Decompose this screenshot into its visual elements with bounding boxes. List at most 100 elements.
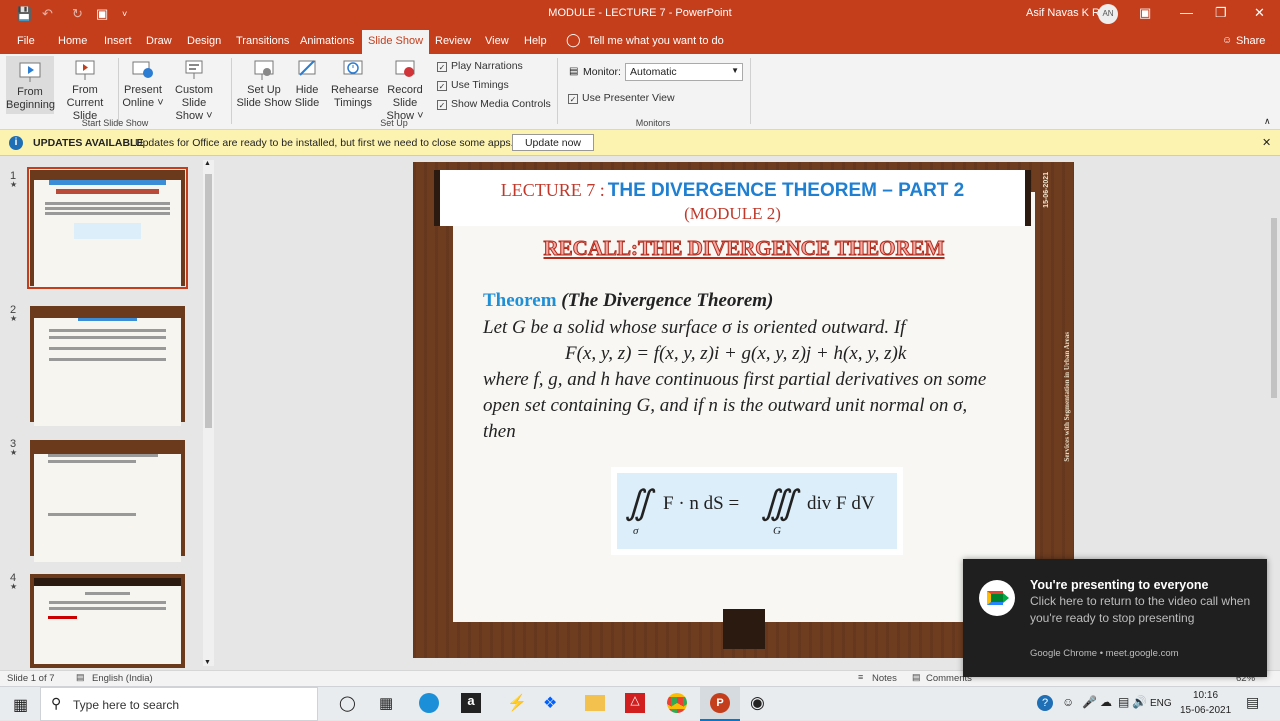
scroll-down-icon[interactable]: ▼: [204, 659, 211, 666]
search-icon: ⚲: [51, 695, 62, 711]
tab-help[interactable]: Help: [524, 35, 547, 47]
info-icon: i: [9, 136, 23, 150]
onedrive-icon[interactable]: ☁: [1100, 695, 1112, 709]
obs-icon[interactable]: ◉: [750, 693, 765, 713]
check-icon: ✓: [437, 100, 447, 110]
lecture-title: THE DIVERGENCE THEOREM – PART 2: [607, 180, 965, 201]
custom-slide-show-button[interactable]: Custom Slide Show ˅: [164, 58, 224, 123]
clock-date[interactable]: 15-06-2021: [1180, 705, 1231, 716]
winamp-icon[interactable]: ⚡: [507, 693, 527, 713]
spellcheck-icon[interactable]: ▤: [76, 672, 85, 683]
rehearse-label-2: Timings: [333, 97, 373, 109]
scrollbar-thumb[interactable]: [1271, 218, 1277, 398]
help-icon[interactable]: ?: [1037, 695, 1053, 711]
microphone-icon[interactable]: 🎤: [1082, 695, 1097, 709]
maximize-icon[interactable]: ❐: [1215, 5, 1227, 21]
close-message-icon[interactable]: ✕: [1262, 136, 1271, 149]
tab-transitions[interactable]: Transitions: [236, 35, 289, 47]
set-up-slide-show-button[interactable]: Set Up Slide Show: [236, 58, 292, 110]
network-icon[interactable]: ▤: [1118, 695, 1129, 709]
share-button[interactable]: Share: [1236, 35, 1265, 47]
tab-draw[interactable]: Draw: [146, 35, 172, 47]
volume-icon[interactable]: 🔊: [1132, 695, 1147, 709]
animation-star-icon: ★: [10, 582, 18, 591]
scrollbar-thumb[interactable]: [205, 174, 212, 428]
notes-button[interactable]: Notes: [872, 673, 897, 684]
collapse-ribbon-icon[interactable]: ∧: [1264, 116, 1271, 127]
user-name[interactable]: Asif Navas K R: [1026, 7, 1100, 19]
message-text: Updates for Office are ready to be insta…: [135, 137, 514, 149]
language-icon[interactable]: ENG: [1150, 698, 1172, 709]
formula-box: ∬ F · n dS = σ ∭ div F dV G: [611, 467, 903, 555]
people-icon[interactable]: ☺: [1062, 695, 1074, 709]
cortana-icon[interactable]: ◯: [339, 694, 356, 712]
tab-design[interactable]: Design: [187, 35, 221, 47]
group-start-slide-show: Start Slide Show: [81, 118, 149, 128]
play-narrations-checkbox[interactable]: ✓ Play Narrations: [437, 60, 523, 72]
formula-right: div F dV: [807, 493, 875, 514]
date-vertical: 15-06-2021: [1043, 172, 1050, 208]
notes-icon: ≡: [858, 672, 864, 682]
slide-thumbnail-2[interactable]: [30, 306, 185, 426]
ribbon-divider: [750, 58, 751, 124]
slide-thumbnail-1[interactable]: [27, 167, 188, 289]
taskbar-search-box[interactable]: ⚲ Type here to search: [40, 687, 318, 721]
task-view-icon[interactable]: ▦: [379, 694, 393, 712]
animation-star-icon: ★: [10, 180, 18, 189]
monitor-label: Monitor:: [583, 66, 621, 78]
close-icon[interactable]: ✕: [1254, 5, 1265, 21]
tab-review[interactable]: Review: [435, 35, 471, 47]
clock-time[interactable]: 10:16: [1193, 690, 1218, 701]
from-beginning-button[interactable]: From Beginning: [6, 56, 55, 114]
dropbox-icon[interactable]: ❖: [543, 693, 557, 713]
windows-start-icon[interactable]: ▦: [13, 695, 28, 715]
avatar[interactable]: AN: [1098, 4, 1118, 24]
slide-pane-scrollbar[interactable]: [1268, 158, 1280, 668]
edge-icon[interactable]: [419, 693, 439, 713]
tab-view[interactable]: View: [485, 35, 509, 47]
tab-insert[interactable]: Insert: [104, 35, 132, 47]
slide-counter: Slide 1 of 7: [7, 673, 55, 684]
rehearse-timings-button[interactable]: Rehearse Timings: [331, 58, 379, 110]
ribbon-display-icon[interactable]: ▣: [1139, 5, 1151, 21]
slide-thumbnail-4[interactable]: [30, 574, 185, 668]
tab-file[interactable]: File: [17, 35, 35, 47]
tab-slide-show[interactable]: Slide Show: [362, 30, 430, 54]
use-timings-checkbox[interactable]: ✓ Use Timings: [437, 79, 509, 91]
record-slide-show-button[interactable]: Record Slide Show ˅: [376, 58, 434, 123]
monitor-select[interactable]: Automatic ▼: [625, 63, 743, 81]
update-now-button[interactable]: Update now: [512, 134, 594, 151]
custom-show-icon: [185, 60, 203, 79]
taskbar-powerpoint[interactable]: P: [700, 687, 740, 721]
amazon-icon[interactable]: a: [461, 693, 481, 713]
presenting-notification[interactable]: You're presenting to everyone Click here…: [963, 559, 1267, 677]
acrobat-icon[interactable]: △: [625, 693, 645, 713]
thumbnails-scrollbar[interactable]: ▲ ▼: [203, 160, 214, 666]
record-icon: [395, 60, 415, 77]
chevron-down-icon: ▼: [731, 66, 739, 75]
show-media-controls-checkbox[interactable]: ✓ Show Media Controls: [437, 98, 551, 110]
present-online-button[interactable]: Present Online ˅: [122, 58, 164, 110]
message-title: UPDATES AVAILABLE: [33, 137, 144, 149]
theorem-line-5: then: [483, 421, 516, 442]
file-explorer-icon[interactable]: [585, 695, 605, 711]
use-presenter-view-checkbox[interactable]: ✓ Use Presenter View: [568, 92, 675, 104]
scroll-up-icon[interactable]: ▲: [204, 160, 211, 167]
from-current-slide-button[interactable]: From Current Slide: [56, 58, 114, 123]
tab-animations[interactable]: Animations: [300, 35, 354, 47]
title-bar: 💾 ↶ ↻ ▣ ˅ MODULE - LECTURE 7 - PowerPoin…: [0, 0, 1280, 28]
tell-me-search[interactable]: Tell me what you want to do: [588, 35, 724, 47]
set-up-label-1: Set Up: [247, 84, 281, 96]
minimize-icon[interactable]: —: [1180, 5, 1193, 20]
group-monitors: Monitors: [635, 118, 671, 128]
tab-home[interactable]: Home: [58, 35, 87, 47]
from-beginning-label-1: From: [17, 86, 43, 98]
slide-thumbnail-3[interactable]: [30, 440, 185, 562]
rehearse-label-1: Rehearse: [331, 84, 379, 96]
language-indicator[interactable]: English (India): [92, 673, 153, 684]
hide-slide-button[interactable]: Hide Slide: [292, 58, 322, 110]
notifications-icon[interactable]: ▤: [1246, 694, 1259, 711]
toast-footer: Google Chrome • meet.google.com: [1030, 648, 1179, 659]
chrome-icon[interactable]: [667, 693, 687, 713]
double-integral-icon: ∬: [625, 485, 652, 522]
